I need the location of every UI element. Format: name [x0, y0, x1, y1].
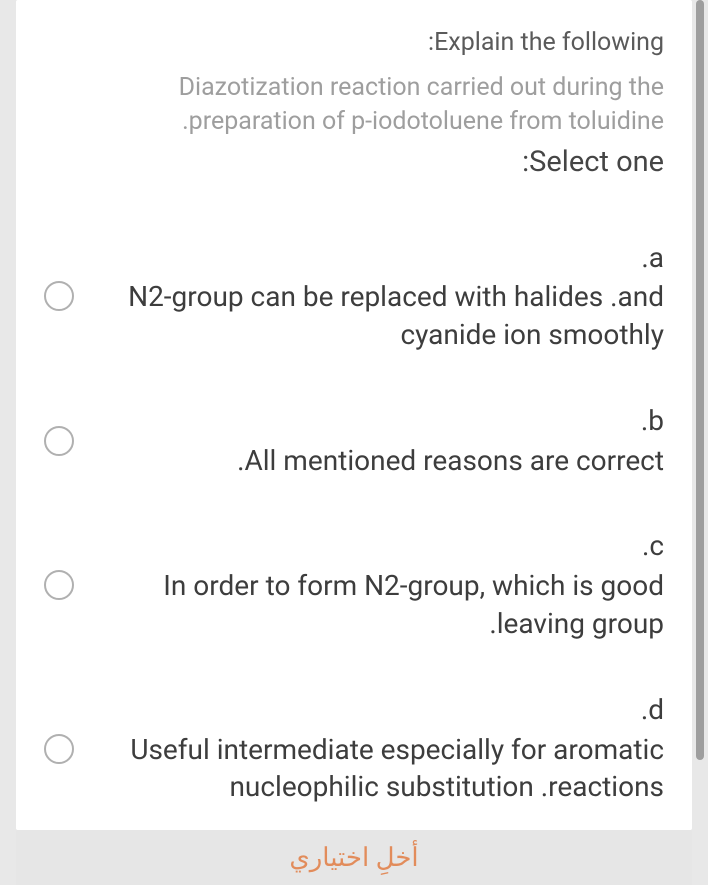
question-header: :Explain the following Diazotization rea…	[44, 0, 664, 189]
footer-bar: أخلِ اختياري	[16, 830, 692, 885]
option-text: .b .All mentioned reasons are correct	[92, 402, 664, 480]
option-body: .All mentioned reasons are correct	[237, 444, 664, 477]
question-title: :Explain the following	[44, 28, 664, 57]
options-list: .a N2-group can be replaced with halides…	[44, 189, 664, 807]
radio-b[interactable]	[44, 426, 74, 456]
option-body: In order to form N2-group, which is good…	[163, 569, 664, 640]
radio-wrap	[44, 570, 74, 600]
question-subtitle: Diazotization reaction carried out durin…	[44, 71, 664, 139]
scrollbar-track[interactable]	[694, 0, 704, 885]
option-body: N2-group can be replaced with halides .a…	[128, 280, 664, 351]
option-b[interactable]: .b .All mentioned reasons are correct	[44, 402, 664, 480]
option-c[interactable]: .c In order to form N2-group, which is g…	[44, 527, 664, 642]
radio-a[interactable]	[44, 281, 74, 311]
option-text: .d Useful intermediate especially for ar…	[92, 691, 664, 806]
option-a[interactable]: .a N2-group can be replaced with halides…	[44, 239, 664, 354]
radio-wrap	[44, 426, 74, 456]
option-text: .a N2-group can be replaced with halides…	[92, 239, 664, 354]
radio-wrap	[44, 734, 74, 764]
radio-c[interactable]	[44, 570, 74, 600]
option-letter: .b	[92, 402, 664, 440]
scrollbar-thumb[interactable]	[696, 0, 704, 760]
select-one-label: :Select one	[44, 145, 664, 179]
option-text: .c In order to form N2-group, which is g…	[92, 527, 664, 642]
clear-choice-link[interactable]: أخلِ اختياري	[289, 843, 418, 873]
option-letter: .a	[92, 239, 664, 277]
option-letter: .d	[92, 691, 664, 729]
option-d[interactable]: .d Useful intermediate especially for ar…	[44, 691, 664, 806]
radio-wrap	[44, 281, 74, 311]
option-body: Useful intermediate especially for aroma…	[130, 733, 664, 804]
option-letter: .c	[92, 527, 664, 565]
radio-d[interactable]	[44, 734, 74, 764]
question-card: :Explain the following Diazotization rea…	[16, 0, 692, 830]
